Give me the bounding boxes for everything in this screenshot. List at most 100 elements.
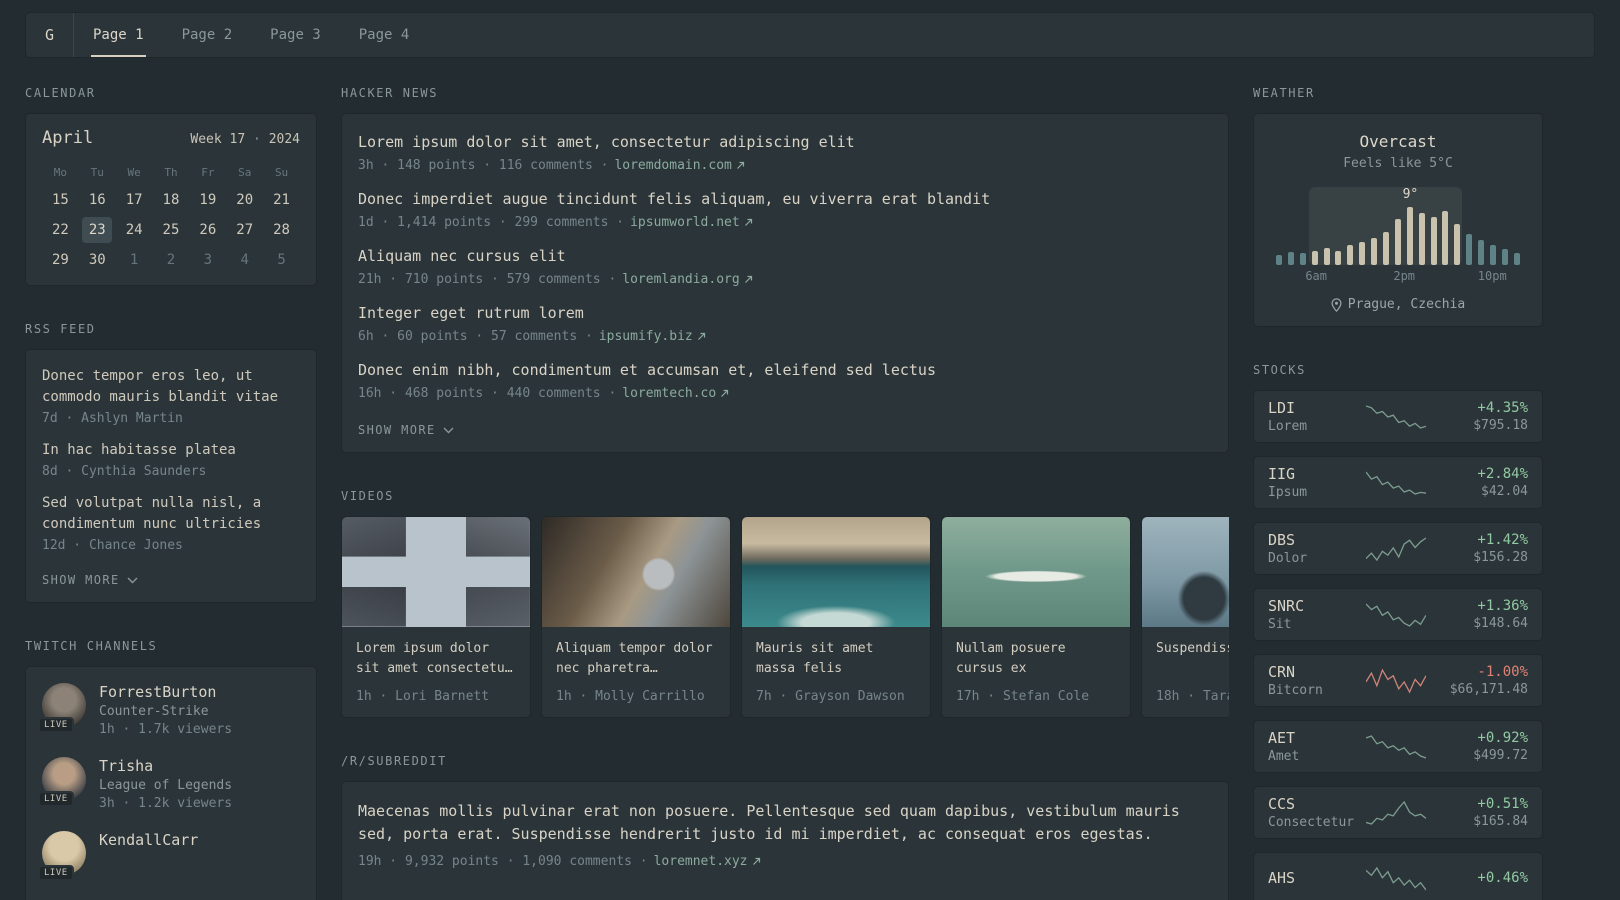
page-tab[interactable]: Page 3 <box>251 13 340 57</box>
stock-row[interactable]: LDI Lorem +4.35% $795.18 <box>1253 390 1543 443</box>
subreddit-domain-link[interactable]: loremnet.xyz <box>654 854 761 869</box>
channel-name[interactable]: KendallCarr <box>99 831 198 849</box>
channel-info: Trisha League of Legends 3h · 1.2k viewe… <box>99 757 232 811</box>
subreddit-post-title-link[interactable]: Maecenas mollis pulvinar erat non posuer… <box>358 800 1212 847</box>
rss-item-title-link[interactable]: Donec tempor eros leo, ut commodo mauris… <box>42 366 300 408</box>
hn-title-link[interactable]: Integer eget rutrum lorem <box>358 303 1212 324</box>
rss-item-title-link[interactable]: Sed volutpat nulla nisl, a condimentum n… <box>42 493 300 535</box>
twitch-channel[interactable]: LIVE Trisha League of Legends 3h · 1.2k … <box>38 757 300 811</box>
weather-feels-like: Feels like 5°C <box>1343 156 1453 171</box>
hackernews-show-more-button[interactable]: SHOW MORE <box>358 423 454 437</box>
twitch-channel[interactable]: LIVE KendallCarr <box>38 831 300 881</box>
weather-location: Prague, Czechia <box>1270 297 1526 312</box>
stock-row[interactable]: IIG Ipsum +2.84% $42.04 <box>1253 456 1543 509</box>
stock-row[interactable]: CRN Bitcorn -1.00% $66,171.48 <box>1253 654 1543 707</box>
rss-show-more-button[interactable]: SHOW MORE <box>42 573 138 587</box>
video-card[interactable]: Mauris sit amet massa felis 7h · Grayson… <box>741 516 931 718</box>
calendar-week-label: Week 17 <box>190 132 246 147</box>
calendar-day[interactable]: 16 <box>82 187 112 213</box>
rss-item-title-link[interactable]: In hac habitasse platea <box>42 440 300 461</box>
app-logo[interactable]: G <box>26 13 74 57</box>
video-title[interactable]: Aliquam tempor dolor nec pharetra… <box>556 639 716 679</box>
calendar-day[interactable]: 30 <box>82 247 112 273</box>
hn-meta-text: 6h · 60 points · 57 comments · <box>358 329 593 344</box>
video-title[interactable]: Suspendisse diam <box>1156 639 1229 659</box>
calendar-day[interactable]: 29 <box>45 247 75 273</box>
video-thumbnail[interactable] <box>342 517 530 627</box>
stock-row[interactable]: AET Amet +0.92% $499.72 <box>1253 720 1543 773</box>
video-title[interactable]: Nullam posuere cursus ex <box>956 639 1116 679</box>
hn-title-link[interactable]: Donec imperdiet augue tincidunt felis al… <box>358 189 1212 210</box>
calendar-day[interactable]: 26 <box>193 217 223 243</box>
twitch-channel[interactable]: LIVE ForrestBurton Counter-Strike 1h · 1… <box>38 683 300 737</box>
page-tab[interactable]: Page 1 <box>74 13 163 57</box>
hn-title-link[interactable]: Donec enim nibh, condimentum et accumsan… <box>358 360 1212 381</box>
calendar-day[interactable]: 2 <box>156 247 186 273</box>
stock-price: $42.04 <box>1481 484 1528 499</box>
hn-domain-link[interactable]: ipsumify.biz <box>599 329 706 344</box>
stock-name: Bitcorn <box>1268 683 1323 698</box>
calendar-day[interactable]: 20 <box>230 187 260 213</box>
stock-row[interactable]: SNRC Sit +1.36% $148.64 <box>1253 588 1543 641</box>
rss-item: Donec tempor eros leo, ut commodo mauris… <box>42 366 300 426</box>
video-thumbnail[interactable] <box>742 517 930 627</box>
weather-bar <box>1490 245 1497 265</box>
calendar-day[interactable]: 15 <box>45 187 75 213</box>
stock-name: Dolor <box>1268 551 1308 566</box>
calendar-day[interactable]: 5 <box>267 247 297 273</box>
stock-ticker: AET <box>1268 729 1296 747</box>
video-title[interactable]: Mauris sit amet massa felis <box>756 639 916 679</box>
weather-time-label: 6am <box>1305 269 1327 283</box>
calendar-day[interactable]: 17 <box>119 187 149 213</box>
calendar-day-header: Sa <box>238 166 252 179</box>
calendar-day[interactable]: 22 <box>45 217 75 243</box>
stock-row[interactable]: CCS Consectetur +0.51% $165.84 <box>1253 786 1543 839</box>
hn-title-link[interactable]: Lorem ipsum dolor sit amet, consectetur … <box>358 132 1212 153</box>
calendar-day[interactable]: 27 <box>230 217 260 243</box>
stock-sparkline <box>1366 732 1426 762</box>
calendar-day[interactable]: 19 <box>193 187 223 213</box>
weather-bars <box>1274 207 1522 265</box>
video-thumbnail[interactable] <box>1142 517 1229 627</box>
video-body: Lorem ipsum dolor sit amet consectetu… 1… <box>342 627 530 717</box>
weather-bar <box>1466 233 1473 265</box>
calendar-day[interactable]: 21 <box>267 187 297 213</box>
calendar-day[interactable]: 18 <box>156 187 186 213</box>
calendar-day[interactable]: 24 <box>119 217 149 243</box>
video-thumbnail[interactable] <box>542 517 730 627</box>
channel-name[interactable]: ForrestBurton <box>99 683 232 701</box>
calendar-day[interactable]: 1 <box>119 247 149 273</box>
video-card[interactable]: Aliquam tempor dolor nec pharetra… 1h · … <box>541 516 731 718</box>
channel-name[interactable]: Trisha <box>99 757 232 775</box>
stock-name: Consectetur <box>1268 815 1355 830</box>
weather-bar <box>1418 213 1425 265</box>
show-more-label: SHOW MORE <box>358 423 436 437</box>
hn-domain-link[interactable]: loremlandia.org <box>622 272 752 287</box>
hn-domain-link[interactable]: loremtech.co <box>622 386 729 401</box>
calendar-day[interactable]: 3 <box>193 247 223 273</box>
video-card[interactable]: Nullam posuere cursus ex 17h · Stefan Co… <box>941 516 1131 718</box>
calendar-day[interactable]: 4 <box>230 247 260 273</box>
hn-domain-link[interactable]: loremdomain.com <box>614 158 744 173</box>
stock-row[interactable]: DBS Dolor +1.42% $156.28 <box>1253 522 1543 575</box>
stock-row[interactable]: AHS +0.46% <box>1253 852 1543 900</box>
hn-domain-link[interactable]: ipsumworld.net <box>630 215 753 230</box>
video-card[interactable]: Suspendisse diam 18h · Tara <box>1141 516 1229 718</box>
hn-title-link[interactable]: Aliquam nec cursus elit <box>358 246 1212 267</box>
calendar-day[interactable]: 25 <box>156 217 186 243</box>
calendar-header: April Week 17 · 2024 <box>42 128 300 148</box>
calendar-day[interactable]: 23 <box>82 217 113 243</box>
video-title[interactable]: Lorem ipsum dolor sit amet consectetu… <box>356 639 516 679</box>
video-thumbnail[interactable] <box>942 517 1130 627</box>
weather-bar <box>1347 245 1354 265</box>
video-card[interactable]: Lorem ipsum dolor sit amet consectetu… 1… <box>341 516 531 718</box>
stock-values: +1.36% $148.64 <box>1436 598 1528 631</box>
calendar-day[interactable]: 28 <box>267 217 297 243</box>
stock-name: Sit <box>1268 617 1292 632</box>
weather-card: Overcast Feels like 5°C 9° 6am 2pm 10pm <box>1253 113 1543 327</box>
page-tab[interactable]: Page 4 <box>340 13 429 57</box>
rss-item-meta: 12d · Chance Jones <box>42 538 183 553</box>
page-tab[interactable]: Page 2 <box>163 13 252 57</box>
stock-sparkline <box>1366 402 1426 432</box>
external-link-icon <box>720 389 729 398</box>
